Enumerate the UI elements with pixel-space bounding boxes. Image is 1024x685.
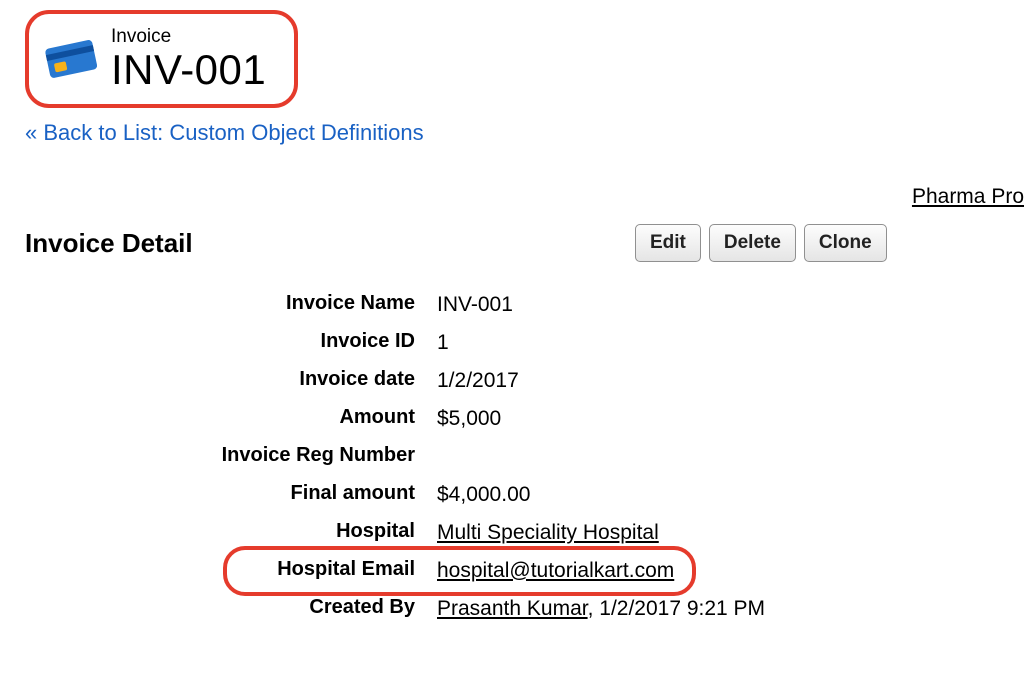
field-value: 1/2/2017 xyxy=(437,366,519,393)
field-value: $5,000 xyxy=(437,404,501,431)
section-title: Invoice Detail xyxy=(25,228,635,259)
pharma-pro-link[interactable]: Pharma Pro xyxy=(912,185,1024,209)
field-label: Invoice ID xyxy=(25,330,437,353)
field-label: Invoice Name xyxy=(25,292,437,315)
edit-button[interactable]: Edit xyxy=(635,224,701,262)
field-label: Amount xyxy=(25,406,437,429)
back-to-list-link[interactable]: Back to List: Custom Object Definitions xyxy=(43,120,423,145)
field-label: Created By xyxy=(25,596,437,619)
field-label: Invoice Reg Number xyxy=(25,444,437,467)
field-value: 1 xyxy=(437,328,449,355)
created-by-time: , 1/2/2017 9:21 PM xyxy=(588,597,765,620)
created-by-link[interactable]: Prasanth Kumar xyxy=(437,597,588,620)
field-value: $4,000.00 xyxy=(437,480,530,507)
invoice-card-icon xyxy=(41,36,101,85)
field-value: INV-001 xyxy=(437,290,513,317)
object-label: Invoice xyxy=(111,26,266,48)
clone-button[interactable]: Clone xyxy=(804,224,887,262)
header-highlight-box: Invoice INV-001 xyxy=(25,10,298,108)
breadcrumb: « Back to List: Custom Object Definition… xyxy=(25,120,1024,146)
field-label: Invoice date xyxy=(25,368,437,391)
chevron-left-icon: « xyxy=(25,120,37,145)
hospital-email-link[interactable]: hospital@tutorialkart.com xyxy=(437,559,674,582)
field-label: Hospital Email xyxy=(25,558,437,581)
field-label: Final amount xyxy=(25,482,437,505)
record-name: INV-001 xyxy=(111,46,266,94)
hospital-link[interactable]: Multi Speciality Hospital xyxy=(437,521,659,544)
delete-button[interactable]: Delete xyxy=(709,224,796,262)
field-label: Hospital xyxy=(25,520,437,543)
